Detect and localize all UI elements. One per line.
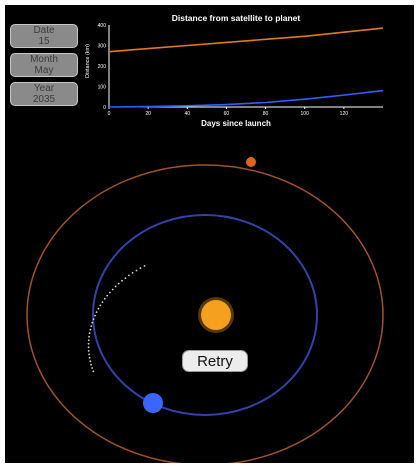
- y-axis-label: Distance (km): [85, 44, 91, 78]
- trajectory-dot: [90, 363, 92, 366]
- trajectory-dot: [90, 325, 93, 327]
- trajectory-dot: [106, 294, 109, 297]
- trajectory-dot: [87, 350, 90, 352]
- trajectory-dot: [89, 328, 92, 331]
- trajectory-dot: [91, 367, 93, 369]
- trajectory-dot: [111, 288, 114, 291]
- date-year-value: 2035: [32, 94, 56, 105]
- x-tick-label: 0: [108, 111, 111, 117]
- game-canvas: Date 15 Month May Year 2035 Distance fro…: [5, 5, 414, 463]
- trajectory-dot: [124, 277, 127, 279]
- x-tick-label: 80: [263, 111, 269, 117]
- x-tick-label: 40: [185, 111, 191, 117]
- trajectory-dot: [128, 274, 130, 277]
- x-tick-label: 60: [224, 111, 230, 117]
- date-day-value: 15: [38, 36, 50, 47]
- satellite-trajectory: [87, 265, 146, 373]
- trajectory-dot: [91, 321, 94, 324]
- trajectory-dot: [101, 301, 104, 303]
- date-month-value: May: [34, 65, 54, 76]
- x-tick-label: 100: [301, 111, 310, 117]
- x-tick-label: 20: [145, 111, 151, 117]
- trajectory-dot: [99, 304, 102, 307]
- chart-title: Distance from satellite to planet: [172, 13, 301, 23]
- trajectory-dot: [131, 272, 134, 274]
- trajectory-dot: [87, 346, 90, 349]
- trajectory-dot: [88, 356, 91, 359]
- series-line-1: [108, 27, 384, 53]
- y-tick-label: 200: [98, 64, 107, 70]
- trajectory-dot: [88, 332, 91, 335]
- y-tick-label: 400: [98, 23, 107, 29]
- trajectory-dot: [135, 269, 138, 272]
- x-axis-label: Days since launch: [201, 119, 271, 128]
- date-month-button[interactable]: Month May: [10, 53, 78, 77]
- trajectory-dot: [114, 285, 117, 288]
- y-tick-label: 100: [98, 85, 107, 91]
- trajectory-dot: [92, 318, 95, 320]
- date-day-button[interactable]: Date 15: [10, 24, 78, 48]
- y-tick-label: 300: [98, 44, 107, 50]
- trajectory-dot: [139, 267, 142, 270]
- x-tick-label: 120: [340, 111, 349, 117]
- inner-planet-icon[interactable]: [143, 393, 163, 413]
- trajectory-dot: [121, 279, 123, 282]
- trajectory-dot: [87, 342, 90, 345]
- trajectory-dot: [103, 297, 106, 300]
- trajectory-dot: [88, 335, 90, 338]
- outer-planet-icon[interactable]: [246, 157, 256, 167]
- series-line-2: [108, 89, 384, 108]
- trajectory-dot: [89, 360, 92, 363]
- date-day-label: Date: [33, 25, 55, 36]
- distance-chart: Distance from satellite to planet Distan…: [85, 13, 384, 128]
- trajectory-dot: [117, 282, 120, 285]
- sun-glow: [198, 297, 234, 333]
- retry-button[interactable]: Retry: [182, 350, 248, 372]
- trajectory-dot: [97, 307, 100, 310]
- date-month-label: Month: [30, 54, 58, 65]
- date-year-label: Year: [33, 83, 55, 94]
- trajectory-dot: [109, 291, 111, 294]
- trajectory-dot: [143, 265, 146, 267]
- trajectory-dot: [92, 370, 95, 373]
- trajectory-dot: [88, 353, 90, 356]
- orbit-view: [26, 157, 384, 463]
- trajectory-dot: [94, 314, 96, 317]
- trajectory-dot: [95, 311, 98, 313]
- y-tick-label: 0: [103, 105, 106, 111]
- trajectory-dot: [87, 339, 90, 342]
- date-year-button[interactable]: Year 2035: [10, 82, 78, 106]
